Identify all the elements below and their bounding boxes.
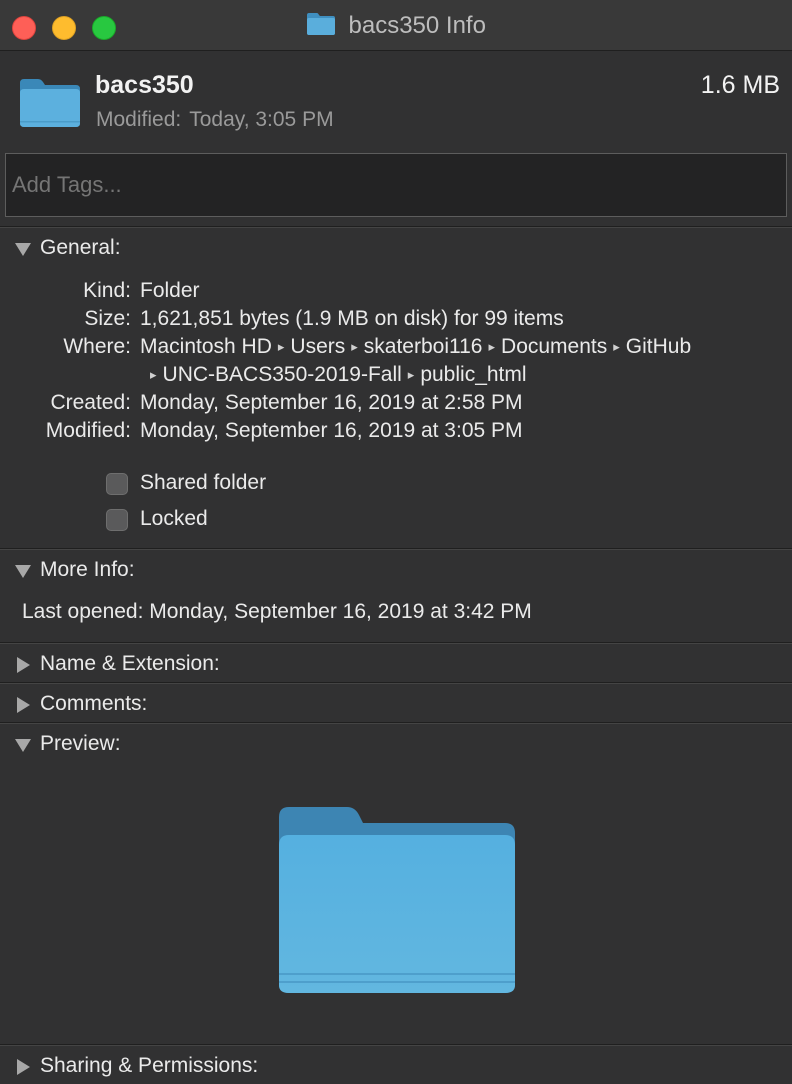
divider: [0, 226, 792, 228]
section-name-extension-header[interactable]: Name & Extension:: [0, 646, 792, 682]
section-sharing-title: Sharing & Permissions:: [40, 1054, 259, 1077]
item-name: bacs350: [95, 71, 194, 99]
size-value: 1,621,851 bytes (1.9 MB on disk) for 99 …: [140, 307, 564, 330]
title-bar[interactable]: bacs350 Info: [0, 0, 792, 51]
divider: [0, 642, 792, 644]
divider: [0, 1044, 792, 1046]
folder-icon: [306, 12, 336, 36]
window-title: bacs350 Info: [0, 12, 792, 42]
divider: [0, 548, 792, 550]
last-opened-label: Last opened:: [22, 600, 144, 623]
where-path-line-1: Macintosh HD ▸ Users ▸ skaterboi116 ▸ Document…: [140, 335, 691, 359]
path-segment: Users: [290, 335, 346, 358]
created-label: Created:: [50, 391, 131, 414]
path-segment: skaterboi116: [363, 335, 483, 358]
path-separator-icon: ▸: [351, 339, 358, 354]
divider: [0, 722, 792, 724]
info-window: bacs350 Info bacs350 1.6 MB Modified: Tod…: [0, 0, 792, 1084]
modified-label: Modified:: [45, 419, 131, 442]
item-modified: Modified: Today, 3:05 PM: [96, 108, 334, 132]
divider: [0, 682, 792, 684]
section-more-info-header[interactable]: More Info:: [0, 552, 792, 588]
path-segment: Macintosh HD: [140, 335, 272, 358]
section-preview-header[interactable]: Preview:: [0, 726, 792, 762]
section-sharing-header[interactable]: Sharing & Permissions:: [0, 1048, 792, 1084]
section-comments-title: Comments:: [40, 692, 148, 715]
section-general-header[interactable]: General:: [0, 230, 792, 266]
locked-checkbox[interactable]: [106, 509, 128, 531]
disclosure-collapsed-icon: [17, 1059, 30, 1075]
shared-folder-checkbox[interactable]: [106, 473, 128, 495]
size-label: Size:: [84, 307, 131, 330]
path-segment: UNC-BACS350-2019-Fall: [162, 363, 402, 386]
section-more-info-title: More Info:: [40, 558, 135, 581]
path-separator-icon: ▸: [277, 339, 285, 354]
locked-label: Locked: [140, 507, 208, 530]
item-size: 1.6 MB: [700, 71, 780, 99]
tags-field[interactable]: [5, 153, 787, 217]
path-segment: public_html: [420, 363, 527, 386]
info-header: bacs350 1.6 MB Modified: Today, 3:05 PM: [0, 51, 792, 151]
path-separator-icon: ▸: [407, 367, 415, 382]
window-title-text: bacs350 Info: [348, 12, 486, 39]
folder-preview-icon: [277, 805, 517, 995]
modified-label: Modified:: [96, 108, 182, 131]
created-value: Monday, September 16, 2019 at 2:58 PM: [140, 391, 523, 414]
folder-icon: [18, 77, 82, 129]
section-name-extension-title: Name & Extension:: [40, 652, 220, 675]
path-separator-icon: ▸: [488, 339, 496, 354]
kind-value: Folder: [140, 279, 200, 302]
section-comments-header[interactable]: Comments:: [0, 686, 792, 722]
path-segment: Documents: [501, 335, 608, 358]
kind-label: Kind:: [83, 279, 131, 302]
disclosure-expanded-icon: [15, 243, 31, 256]
disclosure-expanded-icon: [15, 739, 31, 752]
shared-folder-label: Shared folder: [140, 471, 267, 494]
where-path-line-2: ▸ UNC-BACS350-2019-Fall ▸ public_html: [150, 363, 527, 387]
disclosure-collapsed-icon: [17, 657, 30, 673]
path-separator-icon: ▸: [613, 339, 620, 354]
path-segment: GitHub: [625, 335, 692, 358]
where-label: Where:: [63, 335, 131, 358]
section-general-title: General:: [40, 236, 121, 259]
modified-value: Monday, September 16, 2019 at 3:05 PM: [140, 419, 523, 442]
section-preview-title: Preview:: [40, 732, 121, 755]
disclosure-collapsed-icon: [17, 697, 30, 713]
last-opened-value: Monday, September 16, 2019 at 3:42 PM: [149, 600, 532, 623]
modified-value: Today, 3:05 PM: [189, 108, 334, 131]
disclosure-expanded-icon: [15, 565, 31, 578]
path-separator-icon: ▸: [150, 367, 157, 382]
last-opened-row: Last opened: Monday, September 16, 2019 …: [22, 600, 532, 624]
